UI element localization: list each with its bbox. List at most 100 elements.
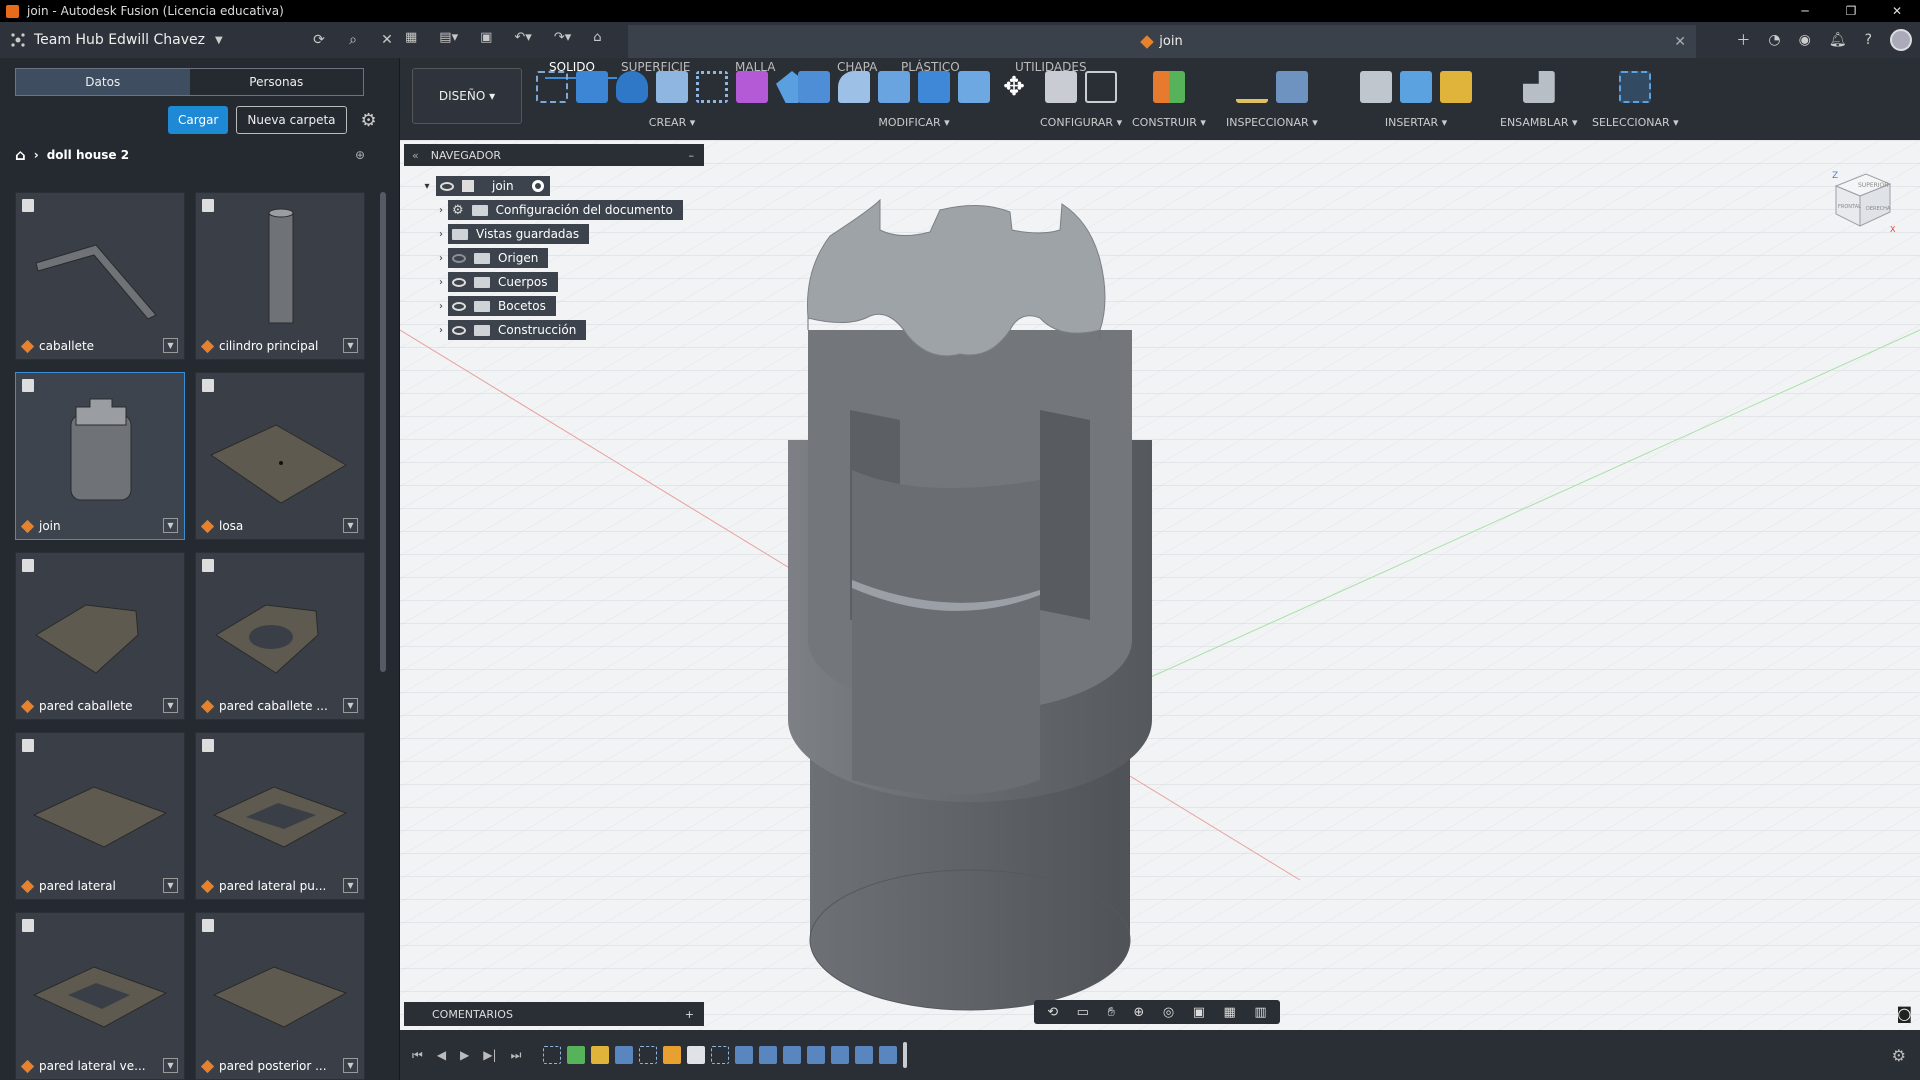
display-settings-icon[interactable]: ▣ (1193, 1005, 1205, 1020)
chevron-right-icon[interactable]: › (434, 325, 448, 336)
search-icon[interactable]: ⌕ (344, 32, 362, 48)
refresh-icon[interactable]: ⟳ (310, 32, 328, 48)
workspace-switcher[interactable]: DISEÑO ▾ (412, 68, 522, 124)
avatar[interactable] (1890, 29, 1912, 51)
timeline-feature-icon[interactable] (783, 1046, 802, 1064)
insert-canvas-icon[interactable] (1400, 71, 1432, 103)
timeline-feature-icon[interactable] (639, 1046, 658, 1064)
zoom-icon[interactable]: ⊕ (1133, 1005, 1144, 1020)
eye-icon[interactable] (452, 325, 466, 335)
file-menu-chevron-icon[interactable]: ▼ (163, 518, 178, 533)
timeline-feature-icon[interactable] (831, 1046, 850, 1064)
close-panel-icon[interactable]: ✕ (378, 32, 396, 48)
timeline-feature-icon[interactable] (615, 1046, 634, 1064)
file-card[interactable]: pared caballete ... ▼ (195, 552, 365, 720)
redo-icon[interactable]: ↷▾ (554, 30, 571, 45)
eye-icon[interactable] (440, 181, 454, 191)
look-at-icon[interactable]: ▭ (1077, 1005, 1089, 1020)
tab-personas[interactable]: Personas (190, 69, 364, 95)
file-card[interactable]: pared caballete ▼ (15, 552, 185, 720)
file-card[interactable]: losa ▼ (195, 372, 365, 540)
timeline-feature-icon[interactable] (591, 1046, 610, 1064)
eye-icon[interactable] (452, 277, 466, 287)
group-crear-label[interactable]: CREAR ▾ (649, 116, 695, 129)
new-tab-icon[interactable]: ＋ (1736, 30, 1750, 50)
play-icon[interactable]: ▶ (460, 1048, 469, 1063)
timeline-feature-icon[interactable] (543, 1046, 562, 1064)
document-tab[interactable]: join ✕ (628, 25, 1696, 58)
timeline-feature-icon[interactable] (759, 1046, 778, 1064)
configure-table-icon[interactable] (1085, 71, 1118, 103)
timeline-feature-icon[interactable] (687, 1046, 706, 1064)
chevron-right-icon[interactable]: › (434, 253, 448, 264)
tree-item[interactable]: › ⚙ Configuración del documento (434, 198, 683, 222)
file-card[interactable]: pared lateral pu... ▼ (195, 732, 365, 900)
file-menu-chevron-icon[interactable]: ▼ (163, 338, 178, 353)
share-icon[interactable]: ⊕ (355, 148, 365, 162)
timeline-feature-icon[interactable] (663, 1046, 682, 1064)
group-insertar-label[interactable]: INSERTAR ▾ (1385, 116, 1447, 129)
canvas-viewport[interactable]: « NAVEGADOR – ▾ join › ⚙ Configuración del… (400, 140, 1920, 1030)
revolve-icon[interactable] (616, 71, 648, 103)
group-modificar-label[interactable]: MODIFICAR ▾ (878, 116, 949, 129)
restore-button[interactable]: ❐ (1828, 0, 1874, 22)
file-menu-chevron-icon[interactable]: ▼ (163, 698, 178, 713)
scrollbar[interactable] (380, 192, 386, 672)
minimize-icon[interactable]: – (689, 149, 695, 162)
insert-mcmaster-icon[interactable] (1440, 71, 1472, 103)
eye-icon[interactable] (452, 253, 466, 263)
home-icon[interactable]: ⌂ (15, 146, 26, 164)
chevron-right-icon[interactable]: › (434, 277, 448, 288)
joint-icon[interactable] (1522, 71, 1555, 103)
collapse-icon[interactable]: « (412, 149, 419, 162)
extensions-icon[interactable]: ◔ (1768, 32, 1780, 48)
group-ensamblar-label[interactable]: ENSAMBLAR ▾ (1500, 116, 1578, 129)
file-card[interactable]: cilindro principal ▼ (195, 192, 365, 360)
file-menu-chevron-icon[interactable]: ▼ (343, 698, 358, 713)
file-card[interactable]: join ▼ (15, 372, 185, 540)
chamfer-icon[interactable] (878, 71, 910, 103)
split-body-icon[interactable] (958, 71, 990, 103)
save-icon[interactable]: ▣ (480, 30, 492, 45)
apps-grid-icon[interactable]: ▦ (405, 30, 417, 45)
timeline-feature-icon[interactable] (807, 1046, 826, 1064)
file-menu-chevron-icon[interactable]: ▼ (343, 518, 358, 533)
close-tab-icon[interactable]: ✕ (1674, 34, 1686, 50)
capture-icon[interactable]: ◙ (1896, 1004, 1912, 1023)
gear-icon[interactable]: ⚙ (361, 110, 377, 131)
navigator-header[interactable]: « NAVEGADOR – (404, 144, 704, 166)
notifications-icon[interactable]: 🔔︎ (1829, 32, 1847, 48)
eye-icon[interactable] (452, 301, 466, 311)
group-configurar-label[interactable]: CONFIGURAR ▾ (1040, 116, 1122, 129)
chevron-right-icon[interactable]: › (434, 205, 448, 216)
file-card[interactable]: pared lateral ▼ (15, 732, 185, 900)
press-pull-icon[interactable] (798, 71, 830, 103)
measure-icon[interactable] (1235, 71, 1268, 103)
extrude-icon[interactable] (576, 71, 608, 103)
tree-item[interactable]: › Vistas guardadas (434, 222, 683, 246)
step-forward-icon[interactable]: ▶| (483, 1048, 496, 1063)
tree-root[interactable]: ▾ join (420, 174, 683, 198)
comments-panel[interactable]: COMENTARIOS + (404, 1002, 704, 1026)
undo-icon[interactable]: ↶▾ (514, 30, 531, 45)
timeline-feature-icon[interactable] (855, 1046, 874, 1064)
fillet-icon[interactable] (838, 71, 870, 103)
fit-icon[interactable]: ◎ (1163, 1005, 1174, 1020)
go-to-start-icon[interactable]: ⏮ (412, 1048, 423, 1063)
file-menu-chevron-icon[interactable]: ▼ (343, 878, 358, 893)
chevron-right-icon[interactable]: › (434, 301, 448, 312)
home-icon[interactable]: ⌂ (593, 30, 601, 45)
timeline-marker-icon[interactable] (903, 1042, 908, 1068)
file-menu-icon[interactable]: ▤▾ (439, 30, 458, 45)
new-folder-button[interactable]: Nueva carpeta (236, 106, 347, 134)
file-card[interactable]: caballete ▼ (15, 192, 185, 360)
timeline-feature-icon[interactable] (567, 1046, 586, 1064)
select-box-icon[interactable] (1619, 71, 1652, 103)
orbit-icon[interactable]: ⟲ (1047, 1005, 1058, 1020)
gear-icon[interactable]: ⚙ (1892, 1046, 1906, 1065)
tree-item[interactable]: › Construcción (434, 318, 683, 342)
chevron-down-icon[interactable]: ▾ (420, 181, 434, 192)
tree-item[interactable]: › Origen (434, 246, 683, 270)
file-card[interactable]: pared posterior ... ▼ (195, 912, 365, 1080)
file-menu-chevron-icon[interactable]: ▼ (343, 338, 358, 353)
